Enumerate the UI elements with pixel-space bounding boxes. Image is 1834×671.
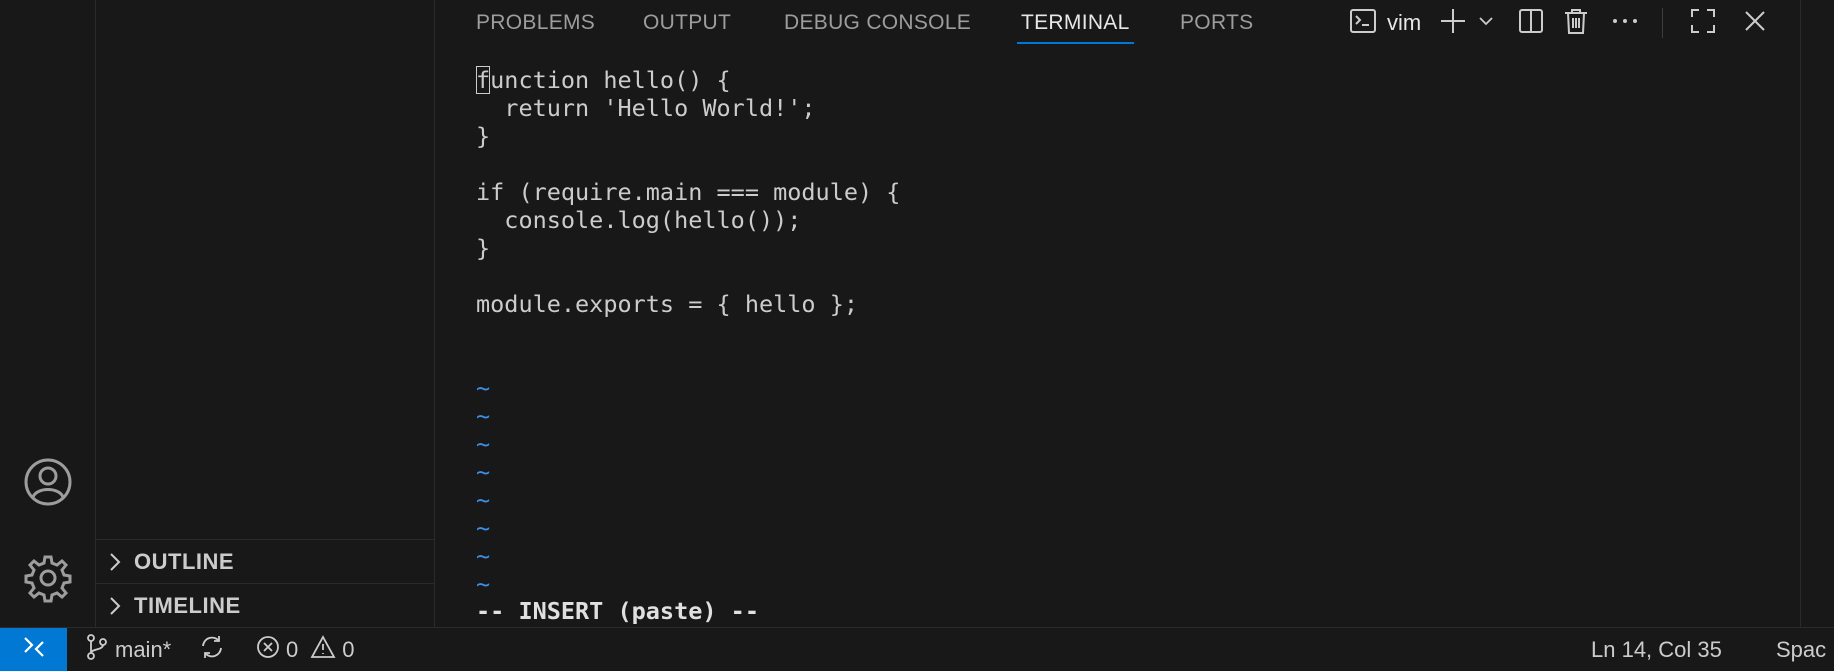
outline-section-header[interactable]: OUTLINE xyxy=(96,539,434,584)
toolbar-divider xyxy=(1662,8,1663,38)
trash-icon xyxy=(1563,7,1589,40)
terminal-icon xyxy=(1349,7,1377,40)
close-panel-button[interactable] xyxy=(1743,8,1767,38)
remote-indicator[interactable] xyxy=(0,628,67,671)
ellipsis-icon xyxy=(1611,7,1639,40)
empty-line-tilde: ~ xyxy=(476,542,491,570)
terminal-content[interactable]: function hello() { return 'Hello World!'… xyxy=(476,64,1776,625)
error-icon xyxy=(256,635,280,665)
empty-line-tilde: ~ xyxy=(476,430,491,458)
problems-indicator[interactable]: 0 0 xyxy=(256,628,355,671)
more-actions-button[interactable] xyxy=(1611,8,1639,38)
empty-line-tilde: ~ xyxy=(476,458,491,486)
terminal-cursor: f xyxy=(476,66,491,94)
empty-line-tilde: ~ xyxy=(476,570,491,598)
timeline-section-header[interactable]: TIMELINE xyxy=(96,583,434,628)
right-edge-bar xyxy=(1800,0,1834,627)
empty-line-tilde: ~ xyxy=(476,486,491,514)
source-control-icon xyxy=(86,633,108,666)
tab-problems[interactable]: PROBLEMS xyxy=(476,0,595,44)
close-icon xyxy=(1743,9,1767,38)
sync-button[interactable] xyxy=(199,628,225,671)
terminal-instance-button[interactable]: vim xyxy=(1349,8,1421,38)
cursor-position[interactable]: Ln 14, Col 35 xyxy=(1591,628,1722,671)
kill-terminal-button[interactable] xyxy=(1563,8,1589,38)
terminal-line: return 'Hello World!'; xyxy=(476,94,816,122)
empty-line-tilde: ~ xyxy=(476,514,491,542)
split-terminal-button[interactable] xyxy=(1517,8,1545,38)
error-count: 0 xyxy=(286,636,299,662)
chevron-right-icon xyxy=(96,596,134,616)
tab-terminal[interactable]: TERMINAL xyxy=(1017,0,1134,44)
timeline-section-label: TIMELINE xyxy=(134,593,241,618)
terminal-line: } xyxy=(476,234,491,262)
empty-line-tilde: ~ xyxy=(476,402,491,430)
vim-mode-line: -- INSERT (paste) -- xyxy=(476,597,759,625)
maximize-panel-button[interactable] xyxy=(1689,8,1717,38)
split-icon xyxy=(1517,7,1545,40)
terminal-line: if (require.main === module) { xyxy=(476,178,901,206)
empty-line-tilde: ~ xyxy=(476,374,491,402)
plus-icon xyxy=(1439,7,1467,40)
tab-debug-console[interactable]: DEBUG CONSOLE xyxy=(784,0,971,44)
side-panel: OUTLINE TIMELINE xyxy=(96,0,435,627)
activity-bar xyxy=(0,0,96,627)
chevron-down-icon xyxy=(1478,13,1494,34)
branch-name: main* xyxy=(115,636,172,662)
outline-section-label: OUTLINE xyxy=(134,549,235,574)
maximize-icon xyxy=(1689,7,1717,40)
terminal-dropdown-button[interactable] xyxy=(1478,8,1494,38)
sync-icon xyxy=(199,634,225,666)
warning-count: 0 xyxy=(342,636,355,662)
warning-icon xyxy=(310,634,336,665)
chevron-right-icon xyxy=(96,552,134,572)
new-terminal-button[interactable] xyxy=(1439,8,1467,38)
terminal-name: vim xyxy=(1387,10,1422,35)
status-bar: main* 0 0 Ln 14, Col 35 Spac xyxy=(0,627,1834,671)
terminal-line: function hello() { xyxy=(476,66,731,94)
account-circle-icon[interactable] xyxy=(22,456,74,508)
terminal-line: } xyxy=(476,122,491,150)
tab-output[interactable]: OUTPUT xyxy=(643,0,731,44)
terminal-line: module.exports = { hello }; xyxy=(476,290,859,318)
terminal-line: console.log(hello()); xyxy=(476,206,802,234)
remote-icon xyxy=(21,634,47,666)
indentation-indicator[interactable]: Spac xyxy=(1776,628,1826,671)
tab-ports[interactable]: PORTS xyxy=(1180,0,1253,44)
gear-icon[interactable] xyxy=(22,552,74,604)
branch-indicator[interactable]: main* xyxy=(86,628,171,671)
